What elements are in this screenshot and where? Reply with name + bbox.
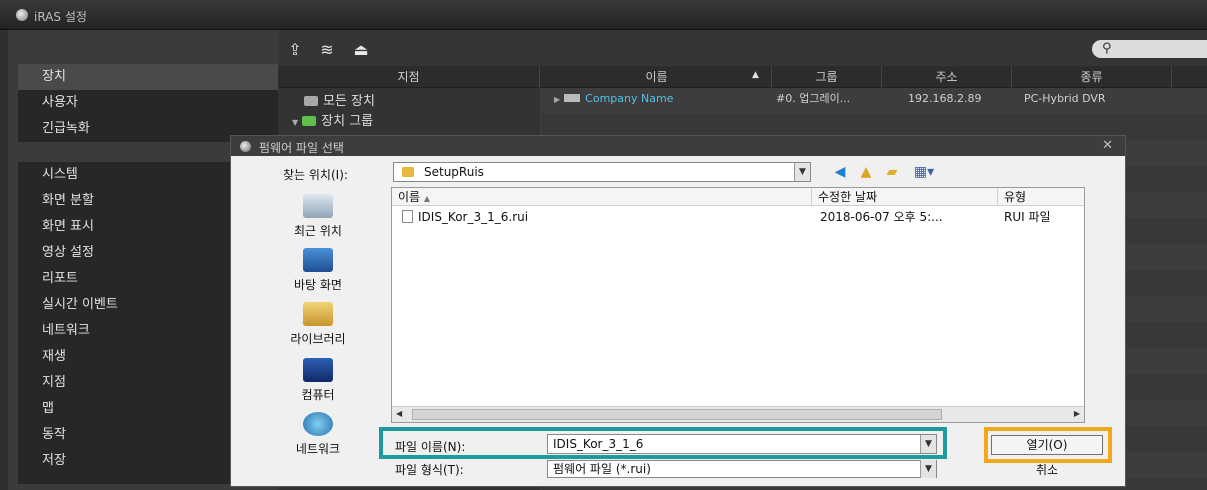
new-folder-icon[interactable]: ▰: [883, 164, 901, 180]
column-modified-date[interactable]: 수정한 날짜: [812, 188, 998, 206]
place-libraries[interactable]: 라이브러리: [263, 302, 373, 347]
column-type[interactable]: 종류: [1012, 66, 1172, 88]
file-date: 2018-06-07 오후 5:...: [820, 210, 943, 224]
file-list-header: 이름 ▲ 수정한 날짜 유형: [392, 188, 1084, 206]
desktop-icon: [303, 248, 333, 272]
tree-item-device-group[interactable]: ▼ 장치 그룹: [292, 112, 373, 132]
device-row-type: PC-Hybrid DVR: [1024, 92, 1106, 105]
place-desktop[interactable]: 바탕 화면: [263, 248, 373, 293]
device-toolbar: ⇪ ≋ ⏏ ⚲: [278, 30, 1207, 66]
places-bar: 최근 위치 바탕 화면 라이브러리 컴퓨터 네트워크: [263, 186, 373, 466]
device-group-icon: [302, 116, 317, 126]
sidebar-item-user[interactable]: 사용자: [18, 90, 278, 116]
computer-icon: [303, 358, 333, 382]
dvr-icon: [564, 94, 581, 102]
libraries-icon: [303, 302, 333, 326]
chevron-down-icon[interactable]: ▼: [920, 460, 936, 478]
window-title: iRAS 설정: [34, 10, 87, 24]
search-input[interactable]: ⚲: [1092, 40, 1207, 58]
dialog-title: 펌웨어 파일 선택: [259, 141, 344, 155]
place-network[interactable]: 네트워크: [263, 412, 373, 457]
upgrade-icon[interactable]: ⇪: [284, 42, 306, 58]
recent-places-icon: [303, 194, 333, 218]
place-recent[interactable]: 최근 위치: [263, 194, 373, 239]
column-site[interactable]: 지점: [278, 66, 540, 88]
expand-icon[interactable]: ▼: [292, 118, 298, 127]
look-in-select[interactable]: SetupRuis ▼: [393, 162, 811, 182]
file-type: RUI 파일: [1004, 210, 1051, 224]
scrollbar-thumb[interactable]: [412, 409, 942, 420]
close-icon[interactable]: ✕: [1102, 138, 1113, 153]
column-address[interactable]: 주소: [882, 66, 1012, 88]
filetype-select[interactable]: 펌웨어 파일 (*.rui) ▼: [547, 460, 937, 478]
file-icon: [402, 210, 413, 223]
network-icon: [303, 412, 333, 436]
column-file-type[interactable]: 유형: [998, 188, 1084, 206]
eject-icon[interactable]: ⏏: [350, 42, 372, 58]
up-folder-icon[interactable]: ▲: [857, 164, 875, 180]
devices-icon: [304, 96, 318, 106]
chevron-down-icon[interactable]: ▼: [794, 163, 810, 181]
tree-item-all-devices[interactable]: 모든 장치: [304, 92, 375, 112]
dialog-titlebar: 펌웨어 파일 선택 ✕: [231, 136, 1125, 156]
folder-icon: [402, 167, 414, 177]
filetype-label: 파일 형식(T):: [395, 463, 464, 477]
app-logo-icon: [16, 9, 28, 21]
window-titlebar: iRAS 설정: [0, 0, 1207, 30]
sort-asc-icon: ▲: [752, 70, 759, 80]
view-menu-icon[interactable]: ▦▾: [909, 164, 939, 180]
dialog-logo-icon: [240, 141, 251, 152]
place-computer[interactable]: 컴퓨터: [263, 358, 373, 403]
device-grid-header: 지점 이름 ▲ 그룹 주소 종류: [278, 66, 1207, 88]
file-row[interactable]: IDIS_Kor_3_1_6.rui 2018-06-07 오후 5:... R…: [392, 208, 1084, 226]
scroll-left-icon[interactable]: ◀: [396, 409, 402, 418]
device-row-name[interactable]: ▶ Company Name: [554, 90, 673, 108]
look-in-label: 찾는 위치(I):: [283, 168, 348, 182]
device-row-group: #0. 업그레이...: [776, 92, 851, 105]
open-button-highlight: [984, 427, 1112, 463]
scroll-right-icon[interactable]: ▶: [1074, 409, 1080, 418]
sidebar-item-device[interactable]: 장치: [18, 64, 278, 90]
sidebar-group-devices: 장치 사용자 긴급녹화: [18, 64, 278, 142]
wireless-icon[interactable]: ≋: [316, 42, 338, 58]
search-icon: ⚲: [1102, 41, 1112, 56]
sort-asc-icon: ▲: [423, 194, 431, 203]
horizontal-scrollbar[interactable]: ◀ ▶: [392, 406, 1084, 422]
column-name[interactable]: 이름: [542, 66, 772, 88]
file-name: IDIS_Kor_3_1_6.rui: [418, 210, 529, 224]
expand-icon[interactable]: ▶: [554, 95, 560, 104]
file-list: 이름 ▲ 수정한 날짜 유형 IDIS_Kor_3_1_6.rui 2018-0…: [391, 187, 1085, 423]
column-file-name[interactable]: 이름 ▲: [392, 188, 812, 206]
back-icon[interactable]: ◀: [831, 164, 849, 180]
cancel-button[interactable]: 취소: [991, 461, 1103, 479]
filename-highlight: [379, 427, 947, 459]
firmware-file-dialog: 펌웨어 파일 선택 ✕ 찾는 위치(I): SetupRuis ▼ ◀ ▲ ▰ …: [230, 135, 1126, 487]
device-row-address: 192.168.2.89: [908, 92, 982, 105]
column-group[interactable]: 그룹: [772, 66, 882, 88]
look-in-value: SetupRuis: [424, 165, 484, 179]
